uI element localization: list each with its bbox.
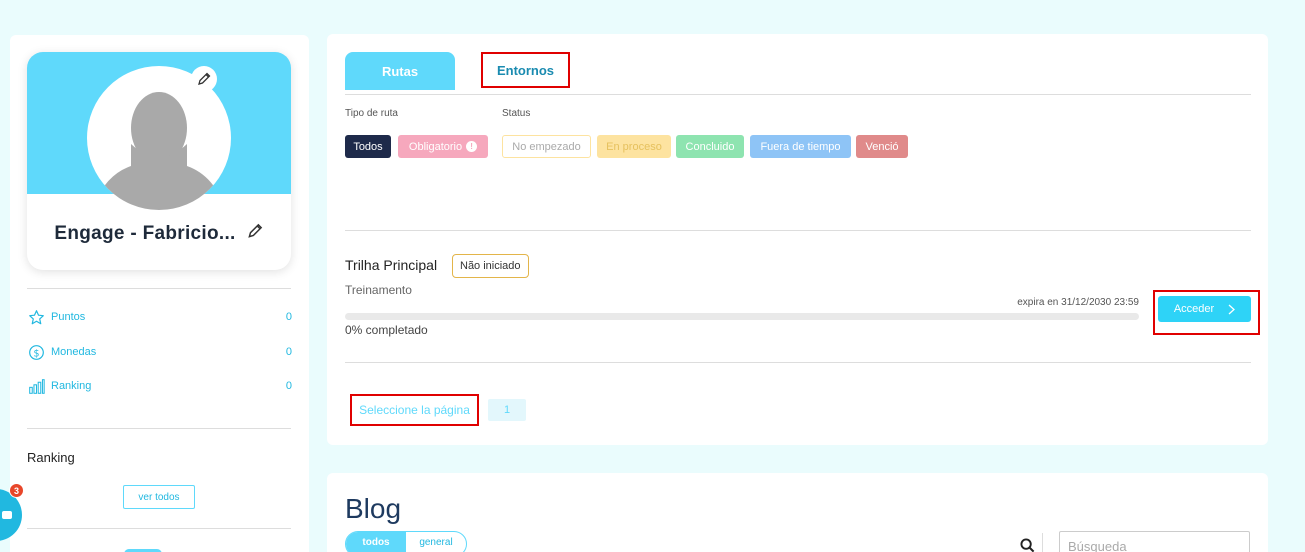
chip-label: Concluido: [685, 140, 735, 153]
ranking-title: Ranking: [27, 450, 75, 465]
blog-panel: Blog todos general: [327, 473, 1268, 552]
pencil-icon: [247, 223, 262, 238]
route-expiration: expira en 31/12/2030 23:59: [1017, 297, 1139, 308]
stat-puntos[interactable]: Puntos 0: [28, 308, 292, 326]
filter-obligatorio[interactable]: Obligatorio!: [398, 135, 488, 158]
blog-search-input[interactable]: [1059, 531, 1250, 552]
stat-label: Puntos: [51, 311, 86, 323]
chat-notification-badge: 3: [9, 483, 24, 498]
route-title: Trilha Principal: [345, 257, 438, 273]
progress-bar: [345, 313, 1139, 320]
stat-value: 0: [285, 311, 292, 323]
progress-text: 0% completado: [345, 323, 428, 337]
routes-panel: Rutas Entornos Tipo de ruta Status Todos…: [327, 34, 1268, 445]
star-icon: [28, 308, 46, 326]
blog-tab-todos[interactable]: todos: [346, 532, 406, 552]
acceder-button[interactable]: Acceder: [1158, 296, 1251, 322]
stat-monedas[interactable]: $ Monedas 0: [28, 343, 292, 361]
chip-label: Venció: [865, 140, 899, 153]
profile-name-row: Engage - Fabricio...: [27, 222, 291, 245]
stat-ranking[interactable]: Ranking 0: [28, 377, 292, 395]
filter-concluido[interactable]: Concluido: [676, 135, 744, 158]
blog-title: Blog: [345, 493, 402, 524]
search-icon[interactable]: [1020, 538, 1035, 552]
profile-name: Engage - Fabricio...: [54, 222, 236, 244]
blog-tabs: todos general: [345, 531, 467, 552]
profile-banner: [27, 52, 291, 210]
acceder-highlight: Acceder: [1153, 290, 1260, 335]
divider: [345, 362, 1251, 363]
filter-fuera-de-tiempo[interactable]: Fuera de tiempo: [750, 135, 851, 158]
stat-label: Ranking: [51, 380, 92, 392]
filter-no-empezado[interactable]: No empezado: [502, 135, 591, 158]
bar-chart-icon: [28, 377, 46, 395]
pagination-label-text: Seleccione la página: [359, 403, 470, 417]
tipo-de-ruta-label: Tipo de ruta: [345, 108, 398, 119]
chip-label: Fuera de tiempo: [760, 140, 841, 153]
search-separator: [1042, 533, 1043, 552]
filter-vencio[interactable]: Venció: [856, 135, 908, 158]
acceder-label: Acceder: [1173, 303, 1215, 315]
route-subtitle: Treinamento: [345, 283, 412, 297]
sidebar: Engage - Fabricio... Puntos 0 $ Monedas …: [10, 35, 309, 552]
svg-text:$: $: [34, 348, 40, 359]
route-status-badge: Não iniciado: [452, 254, 529, 278]
tabs-underline: [345, 94, 1251, 95]
tab-entornos[interactable]: Entornos: [481, 52, 570, 88]
divider: [345, 230, 1251, 231]
pagination-label: Seleccione la página: [350, 394, 479, 426]
tab-rutas[interactable]: Rutas: [345, 52, 455, 90]
chip-label: No empezado: [512, 140, 581, 153]
chat-icon: [2, 511, 12, 519]
filter-todos[interactable]: Todos: [345, 135, 391, 158]
profile-card: Engage - Fabricio...: [27, 52, 291, 270]
status-label: Status: [502, 108, 531, 119]
chip-label: En proceso: [606, 140, 662, 153]
divider: [27, 528, 291, 529]
dollar-icon: $: [28, 343, 46, 361]
blog-tab-general[interactable]: general: [406, 532, 466, 552]
edit-name-button[interactable]: [246, 222, 264, 245]
edit-avatar-button[interactable]: [191, 66, 217, 92]
chip-label: Obligatorio: [408, 140, 463, 153]
info-icon: !: [466, 141, 478, 152]
filter-en-proceso[interactable]: En proceso: [597, 135, 671, 158]
divider: [27, 288, 291, 289]
stat-value: 0: [285, 380, 292, 392]
pencil-icon: [198, 72, 211, 85]
stat-value: 0: [285, 346, 292, 358]
ver-todos-button[interactable]: ver todos: [123, 485, 195, 509]
chevron-right-icon: [1228, 304, 1236, 314]
chip-label: Todos: [353, 140, 383, 153]
divider: [27, 428, 291, 429]
page-number-button[interactable]: 1: [488, 399, 526, 421]
stat-label: Monedas: [51, 346, 97, 358]
